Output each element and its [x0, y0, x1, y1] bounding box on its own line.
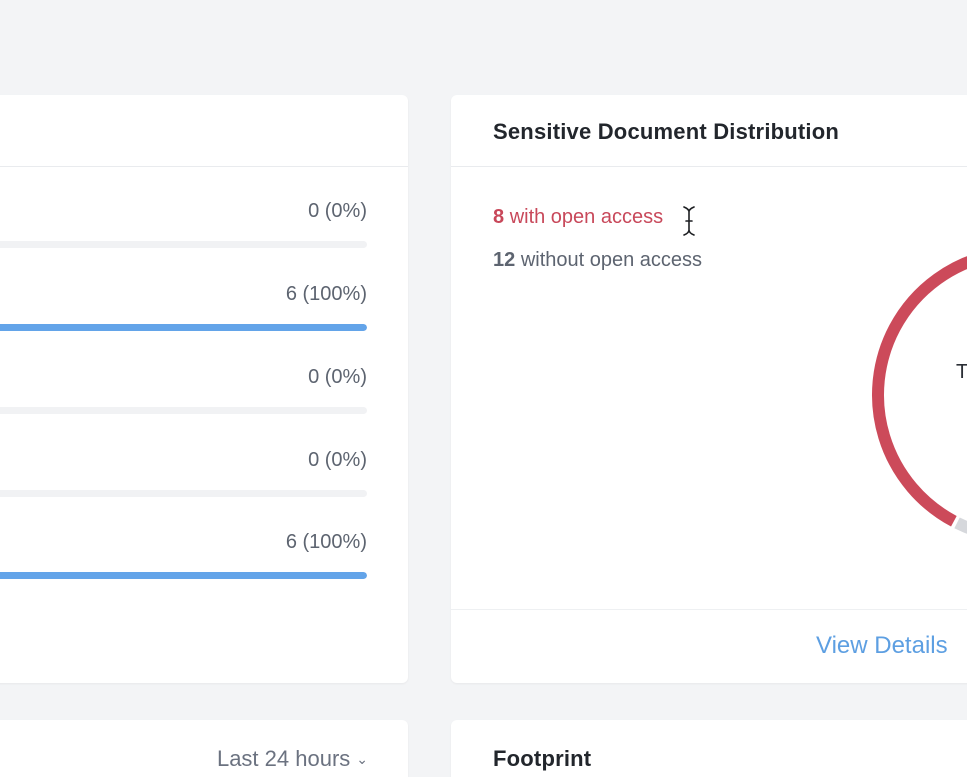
open-access-label: with open access — [509, 206, 664, 228]
bar-track — [0, 572, 367, 579]
bar-track — [0, 241, 367, 248]
donut-center-label: T — [956, 361, 967, 383]
card-title: Sensitive Document Distribution — [493, 119, 840, 144]
bar-track — [0, 324, 367, 331]
without-open-access-count: 12 — [493, 249, 516, 271]
sensitive-document-distribution-card: Sensitive Document Distribution 8 with o… — [451, 95, 967, 683]
bar-fill — [0, 572, 367, 579]
distribution-donut-chart — [871, 245, 967, 545]
text-cursor-icon — [683, 206, 695, 236]
view-details-link[interactable]: View Details — [816, 632, 948, 660]
footprint-card: Footprint — [451, 720, 967, 777]
bar-value: 6 (100%) — [285, 283, 367, 305]
bar-track — [0, 490, 367, 497]
card-header: Sensitive Document Distribution — [451, 95, 967, 167]
bar-breakdown-card: 0 (0%) 6 (100%) 0 (0%) 0 (0%) 6 (100%) — [0, 95, 408, 683]
bar-value: 6 (100%) — [285, 531, 367, 553]
bottom-left-card: Last 24 hours ⌄ — [0, 720, 408, 777]
time-range-dropdown[interactable]: Last 24 hours ⌄ — [217, 746, 368, 772]
bar-value: 0 (0%) — [308, 366, 367, 388]
card-title: Footprint — [493, 746, 592, 771]
chevron-down-icon: ⌄ — [356, 751, 368, 767]
bar-track — [0, 407, 367, 414]
without-open-access-label: without open access — [520, 249, 703, 271]
open-access-count: 8 — [493, 206, 505, 228]
bar-value: 0 (0%) — [308, 200, 367, 222]
bar-fill — [0, 324, 367, 331]
time-range-label: Last 24 hours — [216, 746, 351, 771]
card-header — [0, 95, 408, 167]
card-footer: View Details — [451, 609, 967, 683]
bar-value: 0 (0%) — [308, 449, 367, 471]
donut-segment-open-access[interactable] — [871, 245, 967, 545]
legend-without-open-access[interactable]: 12 without open access — [493, 247, 723, 273]
